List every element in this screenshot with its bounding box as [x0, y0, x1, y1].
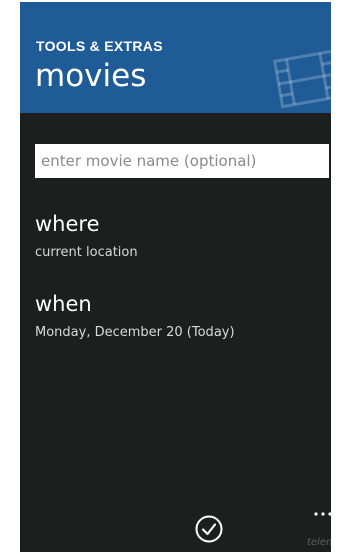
telenav-logo: telenav [307, 537, 331, 548]
movie-name-input[interactable] [35, 144, 329, 178]
telenav-logo-text: telenav [307, 537, 331, 548]
when-selector[interactable]: when Monday, December 20 (Today) [35, 290, 325, 342]
ellipsis-icon[interactable] [310, 507, 331, 521]
when-value: Monday, December 20 (Today) [35, 325, 235, 340]
page-title: movies [35, 58, 147, 94]
where-value: current location [35, 245, 138, 260]
when-label: when [35, 292, 92, 316]
header-banner: TOOLS & EXTRAS movies [20, 2, 331, 113]
checkmark-circle-icon[interactable] [194, 514, 224, 544]
phone-screen: TOOLS & EXTRAS movies where current loca… [20, 2, 331, 552]
where-selector[interactable]: where current location [35, 210, 325, 262]
where-label: where [35, 212, 100, 236]
film-strip-icon [272, 49, 331, 108]
app-title: TOOLS & EXTRAS [36, 38, 163, 54]
